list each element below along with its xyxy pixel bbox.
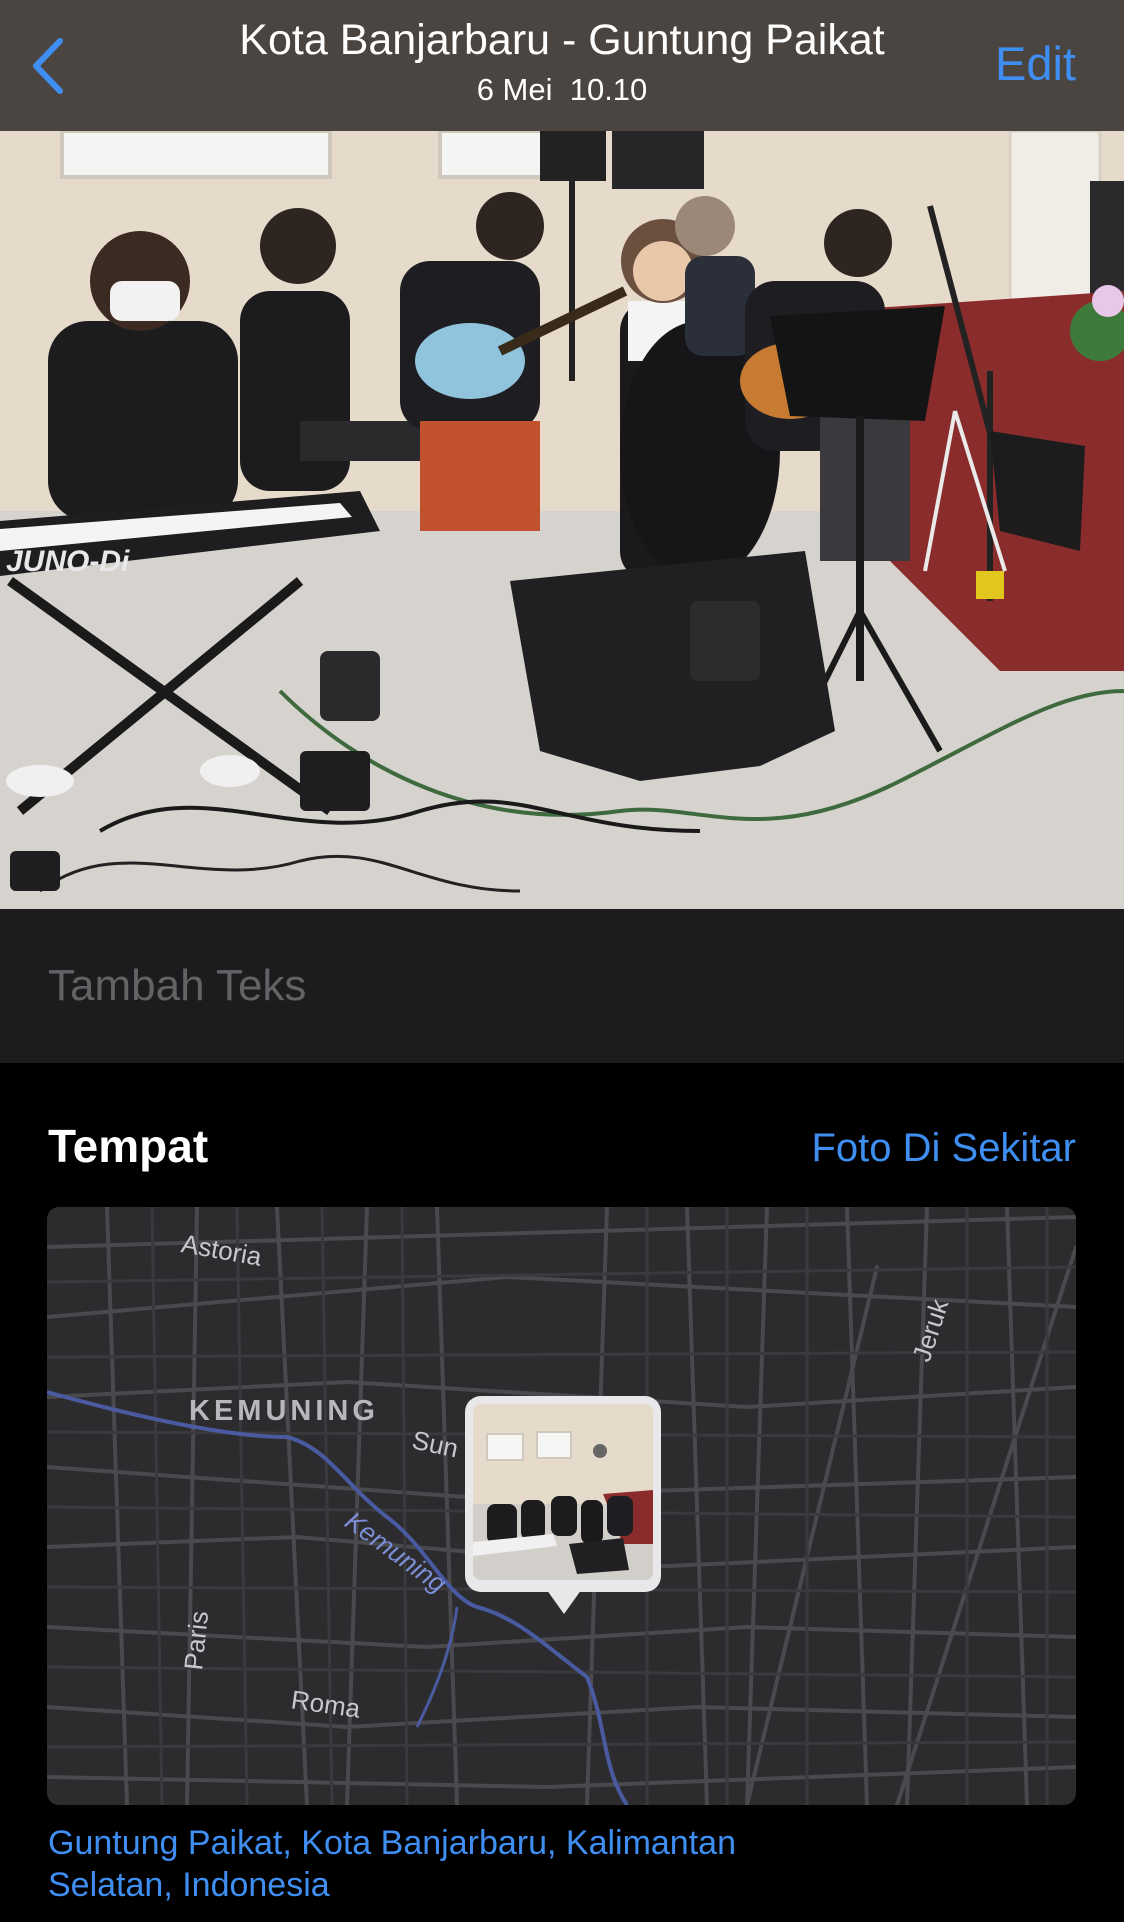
pin-photo-thumbnail <box>473 1404 653 1580</box>
edit-button[interactable]: Edit <box>995 36 1076 92</box>
map-label-kemuning-district: KEMUNING <box>189 1395 379 1427</box>
location-map[interactable]: Astoria KEMUNING Sun Jeruk Kemuning Pari… <box>47 1207 1076 1805</box>
place-section-title: Tempat <box>48 1120 209 1172</box>
keyboard-brand-text: JUNO-Di <box>6 545 130 578</box>
photo-image[interactable]: JUNO-Di <box>0 131 1124 909</box>
pin-pointer <box>544 1586 584 1614</box>
caption-area <box>0 909 1124 1063</box>
back-button[interactable] <box>18 30 78 102</box>
navigation-bar: Kota Banjarbaru - Guntung Paikat 6 Mei 1… <box>0 0 1124 131</box>
add-caption-input[interactable] <box>48 961 948 1011</box>
page-title: Kota Banjarbaru - Guntung Paikat <box>239 16 885 64</box>
photo-detail-screen: Kota Banjarbaru - Guntung Paikat 6 Mei 1… <box>0 0 1124 1922</box>
photo-date: 6 Mei 10.10 <box>476 72 648 107</box>
map-label-paris: Paris <box>178 1609 215 1672</box>
photo-location-pin[interactable] <box>465 1396 661 1614</box>
nearby-photos-link[interactable]: Foto Di Sekitar <box>811 1122 1076 1174</box>
band-photo-illustration: JUNO-Di <box>0 131 1124 909</box>
chevron-left-icon <box>33 38 63 94</box>
location-address-link[interactable]: Guntung Paikat, Kota Banjarbaru, Kaliman… <box>48 1822 868 1906</box>
